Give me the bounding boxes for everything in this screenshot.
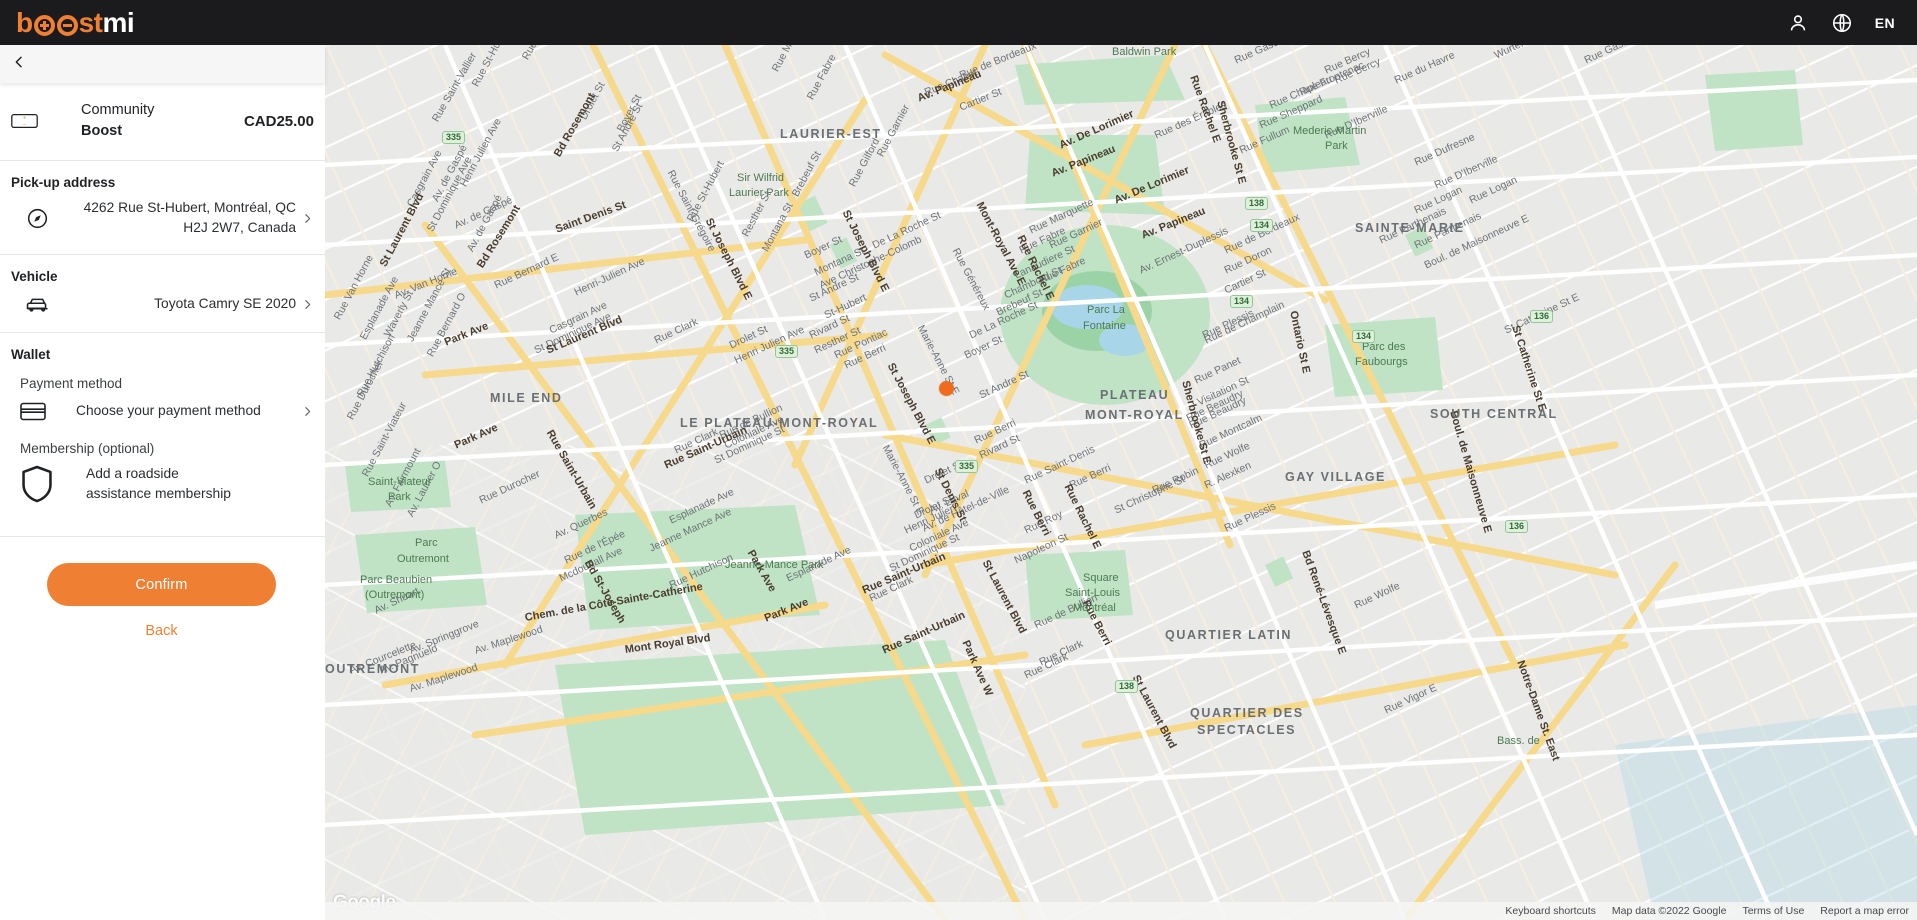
- pickup-address-line1: 4262 Rue St-Hubert, Montréal, QC: [83, 200, 296, 216]
- wallet-title: Wallet: [11, 347, 51, 363]
- app-root: b st mi EN + – Community Boost CAD25.00 …: [0, 0, 1917, 920]
- pickup-address-line2: H2J 2W7, Canada: [183, 220, 296, 236]
- person-icon[interactable]: [1787, 12, 1809, 34]
- map-route-shield: 138: [1245, 197, 1269, 210]
- map-route-shield: 335: [442, 131, 466, 144]
- payment-method-row[interactable]: Choose your payment method: [0, 391, 325, 427]
- chevron-right-icon[interactable]: [296, 212, 314, 225]
- map-route-shield: 134: [1250, 219, 1274, 232]
- boostmi-logo[interactable]: b st mi: [16, 6, 135, 38]
- globe-icon[interactable]: [1831, 12, 1853, 34]
- pickup-address-section: Pick-up address 4262 Rue St-Hubert, Mont…: [0, 161, 325, 256]
- pickup-address-value: 4262 Rue St-Hubert, Montréal, QC H2J 2W7…: [63, 198, 296, 238]
- language-selector[interactable]: EN: [1875, 15, 1895, 31]
- top-bar-actions: EN: [1787, 12, 1895, 34]
- order-sidebar: + – Community Boost CAD25.00 Pick-up add…: [0, 45, 325, 920]
- map-attribution: Map data ©2022 Google: [1611, 905, 1727, 917]
- map-route-shield: 134: [1230, 295, 1254, 308]
- map-vector-layer: [325, 45, 1917, 920]
- product-name-line2: Boost: [81, 123, 123, 140]
- map-route-shield: 134: [1352, 330, 1376, 343]
- map-route-shield: 335: [775, 345, 799, 358]
- logo-mi-letters: mi: [102, 6, 135, 38]
- action-buttons: Confirm Back: [0, 537, 325, 639]
- chevron-left-icon[interactable]: [11, 54, 27, 75]
- payment-method-label: Payment method: [20, 376, 123, 392]
- keyboard-shortcuts-link[interactable]: Keyboard shortcuts: [1505, 905, 1595, 917]
- map-route-shield: 138: [1115, 680, 1139, 693]
- membership-value: Add a roadside assistance membership: [86, 466, 231, 502]
- chevron-right-icon[interactable]: [296, 405, 314, 418]
- terms-of-use-link[interactable]: Terms of Use: [1742, 905, 1804, 917]
- map-footer: Keyboard shortcuts Map data ©2022 Google…: [325, 902, 1917, 920]
- back-navigation-bar[interactable]: [0, 45, 325, 83]
- vehicle-row[interactable]: Toyota Camry SE 2020: [0, 284, 325, 332]
- order-panel: + – Community Boost CAD25.00 Pick-up add…: [0, 83, 325, 920]
- logo-b-letter: b: [16, 6, 33, 38]
- membership-label: Membership (optional): [20, 441, 155, 457]
- report-map-error-link[interactable]: Report a map error: [1820, 905, 1909, 917]
- chevron-right-icon[interactable]: [296, 298, 314, 311]
- logo-o-plus-icon: [33, 15, 55, 36]
- map-route-shield: 136: [1505, 520, 1529, 533]
- pickup-address-row[interactable]: 4262 Rue St-Hubert, Montréal, QC H2J 2W7…: [0, 190, 325, 254]
- product-price: CAD25.00: [243, 112, 314, 130]
- top-bar: b st mi EN: [0, 0, 1917, 45]
- product-name-line1: Community: [81, 102, 155, 118]
- map-route-shield: 136: [1530, 310, 1554, 323]
- confirm-button[interactable]: Confirm: [47, 563, 276, 607]
- logo-o-minus-icon: [56, 15, 78, 36]
- vehicle-section: Vehicle Toyota Camry SE 2020: [0, 255, 325, 334]
- product-section: + – Community Boost CAD25.00: [0, 83, 325, 162]
- map-route-shield: 335: [955, 460, 979, 473]
- logo-st-letters: st: [78, 6, 103, 38]
- pickup-address-title: Pick-up address: [11, 175, 116, 191]
- vehicle-value: Toyota Camry SE 2020: [154, 296, 296, 312]
- compass-icon: [11, 207, 63, 230]
- back-button[interactable]: Back: [47, 623, 276, 639]
- membership-row[interactable]: Add a roadside assistance membership: [0, 456, 325, 512]
- product-name: Community Boost: [81, 100, 244, 142]
- product-row: + – Community Boost CAD25.00: [0, 83, 325, 160]
- wallet-section: Wallet Payment method Choose your paymen…: [0, 333, 325, 538]
- vehicle-title: Vehicle: [11, 269, 58, 285]
- svg-text:+: +: [23, 115, 26, 121]
- battery-icon: + –: [11, 112, 45, 130]
- credit-card-icon: [20, 402, 64, 421]
- pickup-location-marker[interactable]: [939, 381, 954, 396]
- map-canvas[interactable]: Rue St-HubertRue Christophe-ColombRue Sa…: [325, 45, 1917, 920]
- payment-method-value: Choose your payment method: [76, 403, 261, 419]
- shield-icon: [20, 464, 72, 504]
- car-icon: [11, 295, 63, 314]
